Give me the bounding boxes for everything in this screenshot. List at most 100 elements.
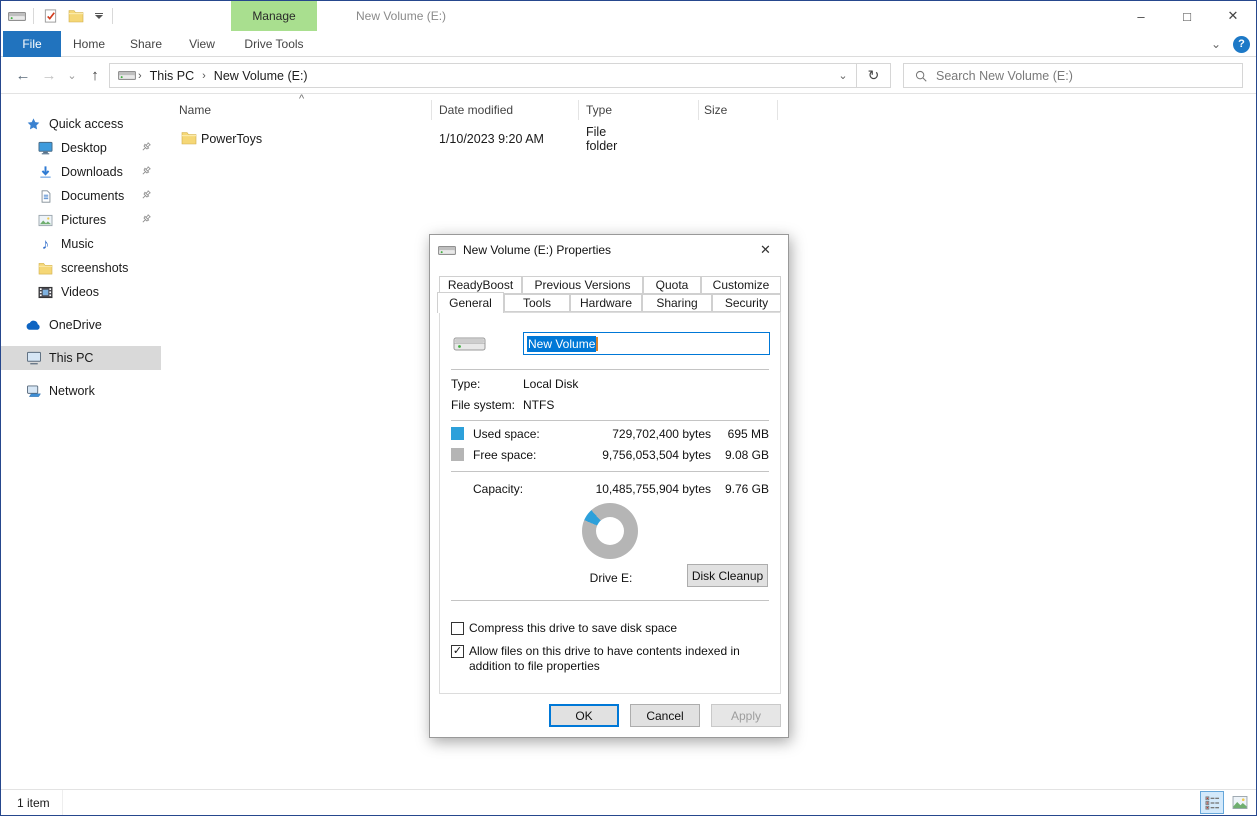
column-headers: ^ Name Date modified Type Size [161,94,1256,126]
close-button[interactable]: ✕ [1210,1,1256,31]
pin-icon [140,165,153,178]
free-space-size: 9.08 GB [725,448,769,462]
sidebar-item-screenshots[interactable]: screenshots [1,256,161,280]
file-date-modified: 1/10/2023 9:20 AM [439,132,544,146]
navigation-bar: ← → ⌄ ↑ › This PC › New Volume (E:) ⌄ ↻ … [1,57,1256,94]
tab-sharing[interactable]: Sharing [642,294,712,312]
navigation-pane: Quick access Desktop Downloads Documents… [1,94,161,789]
forward-icon[interactable]: → [37,57,61,94]
used-space-bytes: 729,702,400 bytes [612,427,711,441]
sidebar-item-label: screenshots [61,261,128,275]
window-title: New Volume (E:) [356,1,446,31]
explorer-window: Manage New Volume (E:) – □ ✕ File Home S… [0,0,1257,816]
tab-share[interactable]: Share [117,31,175,57]
compress-checkbox-row[interactable]: Compress this drive to save disk space [451,621,772,636]
sidebar-item-onedrive[interactable]: OneDrive [1,313,161,337]
search-icon [914,69,928,83]
general-tab-page: New Volume Type: Local Disk File system:… [439,312,781,694]
pictures-icon [37,212,54,229]
sidebar-item-documents[interactable]: Documents [1,184,161,208]
breadcrumb-separator: › [136,70,144,82]
thumbnails-view-icon[interactable] [1228,791,1252,814]
tab-home[interactable]: Home [61,31,117,57]
drive-icon [118,70,136,81]
pin-icon [140,213,153,226]
sidebar-item-label: Videos [61,285,99,299]
breadcrumb-this-pc[interactable]: This PC [144,69,200,83]
sidebar-item-network[interactable]: Network [1,379,161,403]
sort-ascending-icon: ^ [299,93,304,105]
apply-button[interactable]: Apply [711,704,781,727]
breadcrumb-new-volume[interactable]: New Volume (E:) [208,69,314,83]
column-header-name[interactable]: Name [179,103,211,117]
volume-label-input[interactable]: New Volume [523,332,770,355]
help-icon[interactable]: ? [1233,36,1250,53]
up-icon[interactable]: ↑ [83,57,107,94]
compress-checkbox[interactable] [451,622,464,635]
ok-button[interactable]: OK [549,704,619,727]
disk-cleanup-button[interactable]: Disk Cleanup [687,564,768,587]
pin-icon [140,189,153,202]
pin-icon [140,141,153,154]
folder-icon [37,260,54,277]
tab-drive-tools[interactable]: Drive Tools [231,31,317,57]
ribbon-collapse-icon[interactable]: ⌄ [1211,37,1221,51]
tab-general[interactable]: General [437,292,504,313]
capacity-size: 9.76 GB [725,482,769,496]
selected-text: New Volume [527,336,596,352]
index-checkbox-row[interactable]: ✓ Allow files on this drive to have cont… [451,644,772,674]
capacity-donut [582,503,638,559]
maximize-button[interactable]: □ [1164,1,1210,31]
sidebar-item-label: Desktop [61,141,107,155]
sidebar-item-label: Downloads [61,165,123,179]
tab-customize[interactable]: Customize [701,276,781,294]
sidebar-item-music[interactable]: ♪ Music [1,232,161,256]
tab-hardware[interactable]: Hardware [570,294,642,312]
sidebar-item-downloads[interactable]: Downloads [1,160,161,184]
properties-qat-icon[interactable] [40,6,60,26]
item-count: 1 item [17,790,63,816]
music-icon: ♪ [37,236,54,253]
qat-separator [112,8,113,24]
used-space-label: Used space: [473,427,540,441]
address-dropdown-icon[interactable]: ⌄ [830,64,856,87]
qat-customize-dropdown-icon[interactable] [92,6,106,26]
tab-view[interactable]: View [175,31,229,57]
free-space-bytes: 9,756,053,504 bytes [602,448,711,462]
sidebar-item-videos[interactable]: Videos [1,280,161,304]
file-row-powertoys[interactable]: PowerToys 1/10/2023 9:20 AM File folder [161,128,621,150]
text-caret [596,337,598,351]
column-header-type[interactable]: Type [586,103,612,117]
title-bar: Manage New Volume (E:) – □ ✕ [1,1,1256,31]
new-folder-qat-icon[interactable] [66,6,86,26]
this-pc-icon [25,350,42,367]
quick-access-star-icon [25,116,42,133]
refresh-icon[interactable]: ↻ [857,63,891,88]
tab-tools[interactable]: Tools [504,294,570,312]
tab-previous-versions[interactable]: Previous Versions [522,276,643,294]
tab-quota[interactable]: Quota [643,276,701,294]
tab-security[interactable]: Security [712,294,781,312]
sidebar-item-pictures[interactable]: Pictures [1,208,161,232]
search-input[interactable]: Search New Volume (E:) [903,63,1243,88]
sidebar-item-desktop[interactable]: Desktop [1,136,161,160]
qat-separator [33,8,34,24]
minimize-button[interactable]: – [1118,1,1164,31]
contextual-tab-header[interactable]: Manage [231,1,317,31]
index-checkbox[interactable]: ✓ [451,645,464,658]
ribbon-tab-bar: File Home Share View Drive Tools ⌄ ? [1,31,1256,57]
sidebar-item-label: Pictures [61,213,106,227]
details-view-icon[interactable] [1200,791,1224,814]
column-header-date-modified[interactable]: Date modified [439,103,513,117]
sidebar-item-this-pc[interactable]: This PC [1,346,161,370]
dialog-close-icon[interactable]: ✕ [743,235,788,264]
sidebar-item-quick-access[interactable]: Quick access [1,112,161,136]
history-dropdown-icon[interactable]: ⌄ [63,57,81,94]
cancel-button[interactable]: Cancel [630,704,700,727]
address-bar[interactable]: › This PC › New Volume (E:) ⌄ [109,63,857,88]
status-bar: 1 item [1,789,1256,815]
column-header-size[interactable]: Size [704,103,727,117]
desktop-icon [37,140,54,157]
tab-file[interactable]: File [3,31,61,57]
back-icon[interactable]: ← [11,57,35,94]
